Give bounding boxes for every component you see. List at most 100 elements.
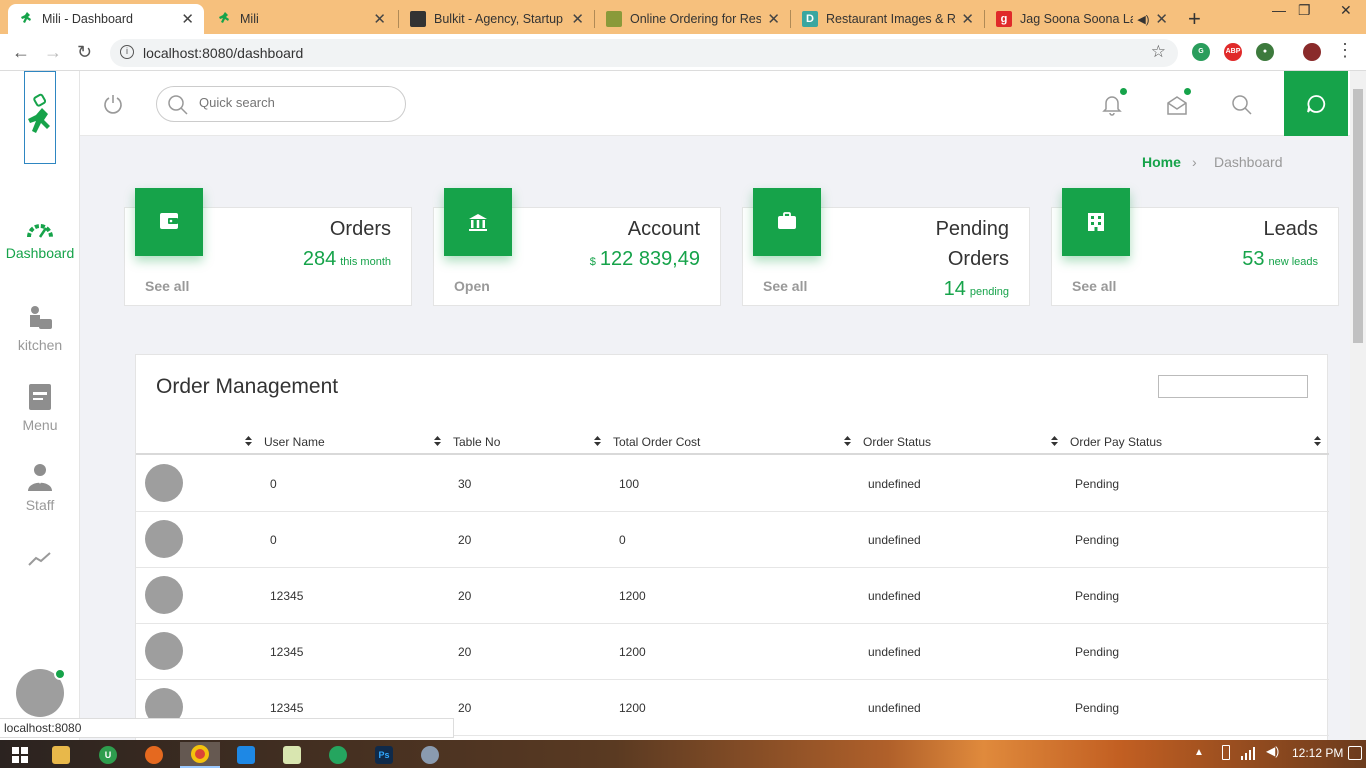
profile-avatar-icon[interactable] (1303, 43, 1321, 61)
taskbar-vscode[interactable] (226, 742, 266, 768)
account-currency: $ (589, 256, 596, 268)
taskbar-paint[interactable] (410, 742, 450, 768)
cell-order-status: undefined (868, 701, 921, 715)
vscode-icon (237, 746, 255, 764)
volume-icon[interactable]: ◀) (1266, 744, 1279, 758)
tab-title: Mili (240, 12, 259, 26)
close-tab-icon[interactable]: ✕ (373, 10, 386, 28)
cell-total-cost: 1200 (619, 701, 646, 715)
browser-tab-restaurant-images[interactable]: D Restaurant Images & Re ✕ (792, 4, 984, 34)
site-info-icon[interactable]: i (120, 45, 134, 59)
network-icon[interactable] (1240, 747, 1256, 760)
battery-icon[interactable] (1222, 745, 1230, 760)
page-scrollbar[interactable] (1350, 71, 1366, 740)
column-header-order-pay-status[interactable]: Order Pay Status (1070, 435, 1162, 449)
bookmark-star-icon[interactable]: ☆ (1151, 42, 1166, 62)
sort-icon[interactable] (1314, 436, 1321, 446)
sort-icon[interactable] (844, 436, 851, 446)
table-row[interactable]: 0 30 100 undefined Pending (136, 456, 1329, 512)
cell-total-cost: 0 (619, 533, 626, 547)
order-management-panel: Order Management User Name Table No Tota… (135, 354, 1329, 740)
sidebar-item-analytics[interactable] (0, 551, 80, 573)
pending-card-tile (753, 188, 821, 256)
column-header-order-status[interactable]: Order Status (863, 435, 931, 449)
search-input[interactable] (199, 95, 389, 110)
minimize-window-button[interactable]: — (1272, 2, 1286, 18)
browser-tab-mili[interactable]: Mili ✕ (206, 4, 396, 34)
message-dot (1184, 88, 1191, 95)
taskbar-whatsapp[interactable] (318, 742, 358, 768)
column-header-user-name[interactable]: User Name (264, 435, 325, 449)
close-tab-icon[interactable]: ✕ (961, 10, 974, 28)
user-avatar[interactable] (16, 668, 66, 717)
sidebar-item-staff[interactable]: Staff (0, 463, 80, 513)
close-tab-icon[interactable]: ✕ (1155, 10, 1168, 28)
bell-icon[interactable] (1102, 94, 1122, 116)
account-open-link[interactable]: Open (454, 278, 490, 294)
sort-icon[interactable] (434, 436, 441, 446)
breadcrumb-home[interactable]: Home (1142, 154, 1181, 170)
staff-icon (28, 464, 52, 491)
taskbar-notepad[interactable] (272, 742, 312, 768)
audio-playing-icon[interactable]: ◀) (1137, 13, 1149, 26)
table-filter-input[interactable] (1158, 375, 1308, 398)
pending-count: 14 (943, 278, 966, 300)
new-tab-button[interactable]: + (1188, 6, 1201, 32)
table-row[interactable]: 0 20 0 undefined Pending (136, 512, 1329, 568)
sort-icon[interactable] (594, 436, 601, 446)
forward-button[interactable]: → (44, 42, 62, 63)
sidebar-item-kitchen[interactable]: kitchen (0, 305, 80, 353)
extension-grammarly-icon[interactable]: G (1192, 43, 1210, 61)
browser-tab-online-ordering[interactable]: Online Ordering for Rest ✕ (596, 4, 790, 34)
sort-icon[interactable] (245, 436, 252, 446)
cell-table-no: 20 (458, 701, 472, 715)
search-icon[interactable] (1231, 94, 1253, 116)
browser-menu-icon[interactable]: ⋮ (1336, 40, 1354, 61)
table-row[interactable]: 12345 20 1200 undefined Pending (136, 624, 1329, 680)
quick-search[interactable] (156, 86, 406, 122)
column-header-table-no[interactable]: Table No (453, 435, 500, 449)
pending-see-all-link[interactable]: See all (763, 278, 807, 294)
tray-overflow-icon[interactable]: ▲ (1194, 747, 1204, 758)
scrollbar-thumb[interactable] (1353, 89, 1363, 343)
extension-globe-icon[interactable]: ● (1256, 43, 1274, 61)
back-button[interactable]: ← (12, 42, 30, 63)
sort-icon[interactable] (1051, 436, 1058, 446)
taskbar-photoshop[interactable]: Ps (364, 742, 404, 768)
chat-button[interactable] (1284, 71, 1348, 136)
column-header-total-order-cost[interactable]: Total Order Cost (613, 435, 700, 449)
browser-tab-jag-soona[interactable]: g Jag Soona Soona La ◀) ✕ (986, 4, 1178, 34)
browser-tab-bulkit[interactable]: Bulkit - Agency, Startup a ✕ (400, 4, 594, 34)
cell-order-status: undefined (868, 645, 921, 659)
address-bar[interactable]: i localhost:8080/dashboard ☆ (110, 39, 1178, 67)
sidebar-item-dashboard[interactable]: Dashboard (0, 221, 80, 261)
leads-see-all-link[interactable]: See all (1072, 278, 1116, 294)
chrome-icon (191, 745, 209, 763)
sidebar-item-menu[interactable]: Menu (0, 383, 80, 433)
taskbar-firefox[interactable] (134, 742, 174, 768)
close-tab-icon[interactable]: ✕ (181, 10, 194, 28)
browser-tab-dashboard[interactable]: Mili - Dashboard ✕ (8, 4, 204, 34)
taskbar-chrome[interactable] (180, 742, 220, 768)
taskbar-clock[interactable]: 12:12 PM (1292, 746, 1343, 760)
orders-see-all-link[interactable]: See all (145, 278, 189, 294)
extension-adblock-icon[interactable]: ABP (1224, 43, 1242, 61)
power-icon[interactable] (102, 93, 124, 115)
orders-unit: this month (340, 256, 391, 268)
orders-card-tile (135, 188, 203, 256)
app-logo[interactable] (24, 71, 56, 164)
action-center-icon[interactable] (1348, 746, 1362, 760)
leads-card: Leads 53 new leads See all (1051, 188, 1339, 306)
close-tab-icon[interactable]: ✕ (571, 10, 584, 28)
tab-title: Jag Soona Soona La (1020, 12, 1134, 26)
restore-window-button[interactable]: ❐ (1298, 2, 1311, 19)
reload-button[interactable]: ↻ (77, 42, 92, 63)
close-window-button[interactable]: ✕ (1340, 2, 1352, 19)
taskbar-upwork[interactable]: U (88, 742, 128, 768)
table-row[interactable]: 12345 20 1200 undefined Pending (136, 568, 1329, 624)
taskbar-file-explorer[interactable] (41, 742, 81, 768)
browser-toolbar: ← → ↻ i localhost:8080/dashboard ☆ G ABP… (0, 34, 1366, 71)
mail-icon[interactable] (1166, 94, 1188, 116)
start-button[interactable] (0, 742, 40, 768)
close-tab-icon[interactable]: ✕ (767, 10, 780, 28)
